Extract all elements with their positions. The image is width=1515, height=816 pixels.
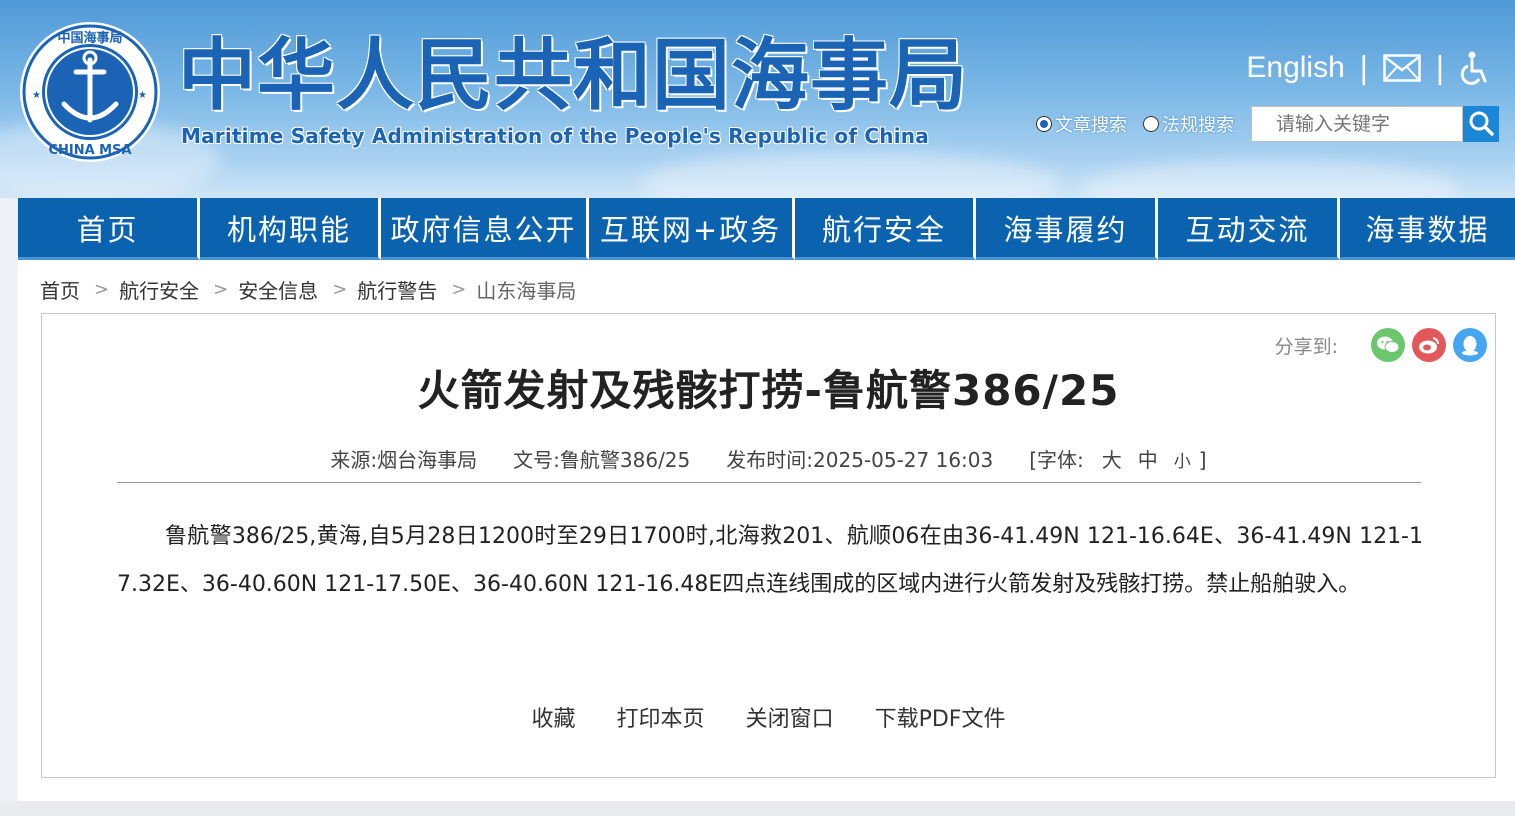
- source-label: 来源:: [330, 448, 378, 472]
- font-size-small[interactable]: 小: [1174, 452, 1191, 472]
- article-body: 鲁航警386/25,黄海,自5月28日1200时至29日1700时,北海救201…: [117, 524, 1423, 597]
- article-title: 火箭发射及残骸打捞-鲁航警386/25: [417, 366, 1120, 415]
- font-size-medium[interactable]: 中: [1138, 448, 1158, 472]
- radio-article-search[interactable]: 文章搜索: [1036, 111, 1127, 137]
- radio-label: 文章搜索: [1055, 115, 1127, 136]
- breadcrumb-separator: >: [213, 278, 229, 300]
- nav-item-functions[interactable]: 机构职能: [200, 198, 381, 260]
- mail-icon[interactable]: [1383, 54, 1421, 82]
- nav-item-convention[interactable]: 海事履约: [976, 198, 1158, 260]
- nav-item-interaction[interactable]: 互动交流: [1158, 198, 1340, 260]
- favorite-button[interactable]: 收藏: [532, 707, 576, 732]
- english-link[interactable]: English: [1246, 51, 1344, 85]
- radio-label: 法规搜索: [1162, 115, 1234, 136]
- search-button[interactable]: [1463, 106, 1499, 142]
- radio-dot[interactable]: [1143, 116, 1159, 132]
- nav-item-home[interactable]: 首页: [18, 198, 200, 260]
- nav-item-internet-gov[interactable]: 互联网+政务: [589, 198, 795, 260]
- separator: |: [1434, 50, 1445, 86]
- nav-item-gov-info[interactable]: 政府信息公开: [381, 198, 589, 260]
- main-nav: 首页 机构职能 政府信息公开 互联网+政务 航行安全 海事履约 互动交流 海事数…: [18, 198, 1515, 260]
- radio-law-search[interactable]: 法规搜索: [1143, 111, 1234, 137]
- top-links: English | |: [1246, 48, 1489, 88]
- download-pdf-button[interactable]: 下载PDF文件: [875, 707, 1006, 732]
- accessibility-icon[interactable]: [1459, 51, 1489, 85]
- msa-logo[interactable]: 中国海事局 CHINA MSA ★ ★: [18, 20, 162, 164]
- font-size-close: ]: [1198, 448, 1207, 472]
- site-title-en: Maritime Safety Administration of the Pe…: [181, 124, 929, 148]
- breadcrumb-nav-warning[interactable]: 航行警告: [357, 275, 437, 304]
- article-actions: 收藏 打印本页 关闭窗口 下载PDF文件: [42, 701, 1495, 733]
- breadcrumb-home[interactable]: 首页: [40, 275, 80, 304]
- separator: |: [1358, 50, 1369, 86]
- page-content: 首页 > 航行安全 > 安全信息 > 航行警告 > 山东海事局 分享到: 火箭发…: [18, 260, 1515, 801]
- publish-time: 2025-05-27 16:03: [813, 448, 994, 472]
- source-value: 烟台海事局: [377, 448, 478, 472]
- radio-dot[interactable]: [1036, 116, 1052, 132]
- cloud-decoration: [1080, 160, 1460, 198]
- print-button[interactable]: 打印本页: [617, 707, 705, 732]
- nav-item-nav-safety[interactable]: 航行安全: [795, 198, 976, 260]
- breadcrumb: 首页 > 航行安全 > 安全信息 > 航行警告 > 山东海事局: [40, 274, 576, 304]
- breadcrumb-safety-info[interactable]: 安全信息: [238, 275, 318, 304]
- share-label: 分享到:: [1274, 335, 1338, 358]
- search-icon: [1468, 110, 1494, 139]
- breadcrumb-separator: >: [332, 278, 348, 300]
- footer-strip: [0, 801, 1515, 816]
- doc-number: 鲁航警386/25: [559, 448, 691, 472]
- search-bar: 文章搜索 法规搜索: [1036, 106, 1499, 142]
- logo-text-top: 中国海事局: [57, 30, 122, 46]
- logo-text-bottom: CHINA MSA: [48, 143, 131, 158]
- close-window-button[interactable]: 关闭窗口: [746, 707, 834, 732]
- font-size-large[interactable]: 大: [1102, 448, 1122, 472]
- nav-item-data[interactable]: 海事数据: [1340, 198, 1515, 260]
- article-panel: 分享到: 火箭发射及残骸打捞-鲁航警386/25 来源:烟台海事局 文号:鲁航警…: [41, 313, 1496, 778]
- breadcrumb-current: 山东海事局: [476, 278, 577, 303]
- article-meta: 来源:烟台海事局 文号:鲁航警386/25 发布时间:2025-05-27 16:0…: [42, 444, 1495, 473]
- time-label: 发布时间:: [726, 448, 814, 472]
- cloud-decoration: [640, 150, 1060, 198]
- font-size-label: [字体:: [1029, 448, 1084, 472]
- breadcrumb-separator: >: [451, 278, 467, 300]
- site-title-cn: 中华人民共和国海事局: [178, 31, 969, 121]
- svg-text:★: ★: [32, 90, 41, 101]
- breadcrumb-nav-safety[interactable]: 航行安全: [119, 275, 199, 304]
- doc-label: 文号:: [513, 448, 560, 472]
- site-header: 中国海事局 CHINA MSA ★ ★ 中华人民共和国海事局 Maritime …: [0, 0, 1515, 198]
- search-input[interactable]: [1251, 106, 1463, 142]
- svg-text:★: ★: [138, 90, 147, 101]
- breadcrumb-separator: >: [94, 278, 110, 300]
- title-divider: [117, 482, 1421, 483]
